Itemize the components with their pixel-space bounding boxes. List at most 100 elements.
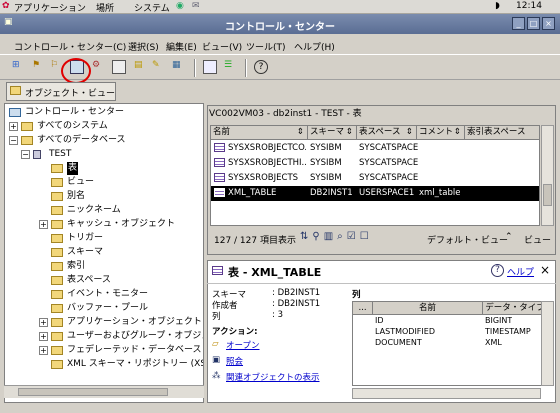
query-icon: ▣ [212, 355, 221, 365]
column-header-name[interactable]: 名前 ⇕ [211, 126, 308, 140]
table-row[interactable]: SYSXSROBJECTCO... SYSIBM SYSCATSPACE [211, 141, 539, 156]
column-header-index-tablespace[interactable]: 索引表スペース [465, 126, 539, 140]
configuration-assistant-icon[interactable]: ▦ [172, 60, 186, 74]
columns-section-label: 列 [352, 290, 361, 300]
deselect-icon[interactable]: ☐ [360, 231, 373, 242]
system-menu[interactable]: システム [134, 1, 170, 14]
globe-icon[interactable]: ◉ [176, 1, 184, 11]
filter-icon[interactable]: ⚲ [312, 231, 323, 242]
expand-icon[interactable]: + [39, 318, 48, 327]
window-titlebar[interactable]: ▣ コントロール・センター _ □ × [0, 14, 560, 34]
expand-icon[interactable]: + [9, 122, 18, 131]
sort-icon: ⇕ [453, 127, 461, 137]
contents-path: VC002VM03 - db2inst1 - TEST - 表 [209, 109, 362, 119]
scroll-thumb[interactable] [18, 388, 168, 396]
control-center-icon [9, 108, 21, 117]
menu-edit[interactable]: 編集(E) [166, 40, 197, 53]
replication-center-icon[interactable]: ⚑ [32, 60, 46, 74]
collapse-icon[interactable]: − [9, 136, 18, 145]
action-open-link[interactable]: オープン [226, 339, 260, 351]
table-row[interactable]: SYSXSROBJECTS SYSIBM SYSCATSPACE [211, 171, 539, 186]
health-center-icon[interactable] [112, 60, 126, 74]
find-icon[interactable]: ⌕ [337, 231, 347, 242]
sort-icon: ⇕ [345, 127, 353, 137]
item-count: 127 / 127 項目表示 [214, 236, 296, 246]
help-icon[interactable]: ? [254, 60, 268, 74]
folder-icon [21, 122, 33, 131]
menu-tools[interactable]: ツール(T) [246, 40, 286, 53]
default-view-dropdown[interactable]: デフォルト・ビュー ⌃ [423, 229, 515, 247]
journal-icon[interactable]: ▤ [134, 60, 148, 74]
applications-menu[interactable]: アプリケーション [14, 1, 86, 14]
folder-icon [51, 234, 63, 243]
object-tree: コントロール・センター + すべてのシステム − すべてのデータベース − TE… [4, 103, 204, 403]
menu-selected[interactable]: 選択(S) [128, 40, 159, 53]
tab-object-view[interactable]: オブジェクト・ビュー [6, 82, 116, 101]
column-row[interactable]: ID BIGINT [353, 316, 548, 327]
expand-icon[interactable]: + [39, 332, 48, 341]
task-center-icon[interactable]: ⚙ [92, 60, 106, 74]
related-objects-icon: ⁂ [212, 371, 221, 381]
folder-icon [51, 276, 63, 285]
action-query-link[interactable]: 照会 [226, 355, 243, 367]
tools-settings-icon[interactable] [203, 60, 217, 74]
toolbar-separator [194, 59, 196, 77]
folder-icon [51, 332, 63, 341]
folder-icon [51, 248, 63, 257]
folder-icon [51, 346, 63, 355]
customize-columns-icon[interactable]: ▥ [324, 231, 337, 242]
object-tree-icon[interactable]: ⊞ [12, 60, 26, 74]
expand-icon[interactable]: + [39, 346, 48, 355]
maximize-button[interactable]: □ [527, 17, 540, 30]
collapse-icon[interactable]: − [21, 150, 30, 159]
table-row[interactable]: SYSXSROBJECTHI... SYSIBM SYSCATSPACE [211, 156, 539, 171]
folder-icon [51, 178, 63, 187]
column-header-name[interactable]: 名前 [373, 302, 483, 315]
folder-icon [21, 136, 33, 145]
volume-icon[interactable]: ◗ [495, 1, 500, 11]
menu-bar: コントロール・センター(C) 選択(S) 編集(E) ビュー(V) ツール(T)… [0, 36, 560, 54]
columns-grid: ... 名前 データ・タイプ ID BIGINT LASTMODIFIED TIME… [352, 301, 548, 386]
places-menu[interactable]: 場所 [96, 1, 114, 14]
table-icon [214, 173, 225, 182]
column-header-tablespace[interactable]: 表スペース ⇕ [357, 126, 417, 140]
action-related-link[interactable]: 関連オブジェクトの表示 [226, 371, 320, 383]
view-button[interactable]: ビュー [518, 229, 554, 247]
actions-label: アクション: [212, 327, 258, 337]
minimize-button[interactable]: _ [512, 17, 525, 30]
columns-label: 列 [212, 312, 221, 322]
menu-help[interactable]: ヘルプ(H) [294, 40, 335, 53]
help-link[interactable]: ヘルプ [507, 265, 534, 278]
mail-icon[interactable]: ✉ [192, 1, 200, 11]
filter-toolbar: ⇅⚲▥⌕☑☐ [300, 231, 418, 245]
column-header-comment[interactable]: コメント ⇕ [417, 126, 465, 140]
details-vertical-scrollbar[interactable] [541, 301, 554, 386]
details-horizontal-scrollbar[interactable] [352, 388, 541, 399]
menu-view[interactable]: ビュー(V) [202, 40, 242, 53]
column-row[interactable]: LASTMODIFIED TIMESTAMP [353, 327, 548, 338]
help-icon[interactable]: ? [491, 264, 504, 277]
close-button[interactable]: × [542, 17, 555, 30]
database-icon [33, 150, 41, 159]
table-row-selected[interactable]: XML_TABLE DB2INST1 USERSPACE1 xml_table [211, 186, 539, 201]
folder-icon [10, 86, 21, 95]
close-icon[interactable]: × [540, 263, 550, 277]
expand-icon[interactable]: + [39, 220, 48, 229]
menu-control-center[interactable]: コントロール・センター(C) [14, 40, 126, 53]
sort-icon: ⇕ [296, 127, 304, 137]
sort-icon[interactable]: ⇅ [300, 231, 312, 242]
folder-open-icon [51, 164, 63, 173]
select-all-icon[interactable]: ☑ [347, 231, 360, 242]
column-row[interactable]: DOCUMENT XML [353, 338, 548, 349]
column-header-menu[interactable]: ... [353, 302, 373, 315]
clock[interactable]: 12:14 [516, 1, 542, 11]
tree-horizontal-scrollbar[interactable] [4, 385, 204, 398]
scroll-thumb[interactable] [543, 184, 552, 206]
column-header-datatype[interactable]: データ・タイプ [483, 302, 548, 315]
legend-icon[interactable]: ☰ [224, 60, 238, 74]
grid-vertical-scrollbar[interactable] [541, 125, 554, 226]
open-icon: ▱ [212, 339, 219, 349]
license-center-icon[interactable]: ✎ [152, 60, 166, 74]
tab-label: オブジェクト・ビュー [25, 89, 116, 99]
column-header-schema[interactable]: スキーマ ⇕ [308, 126, 357, 140]
